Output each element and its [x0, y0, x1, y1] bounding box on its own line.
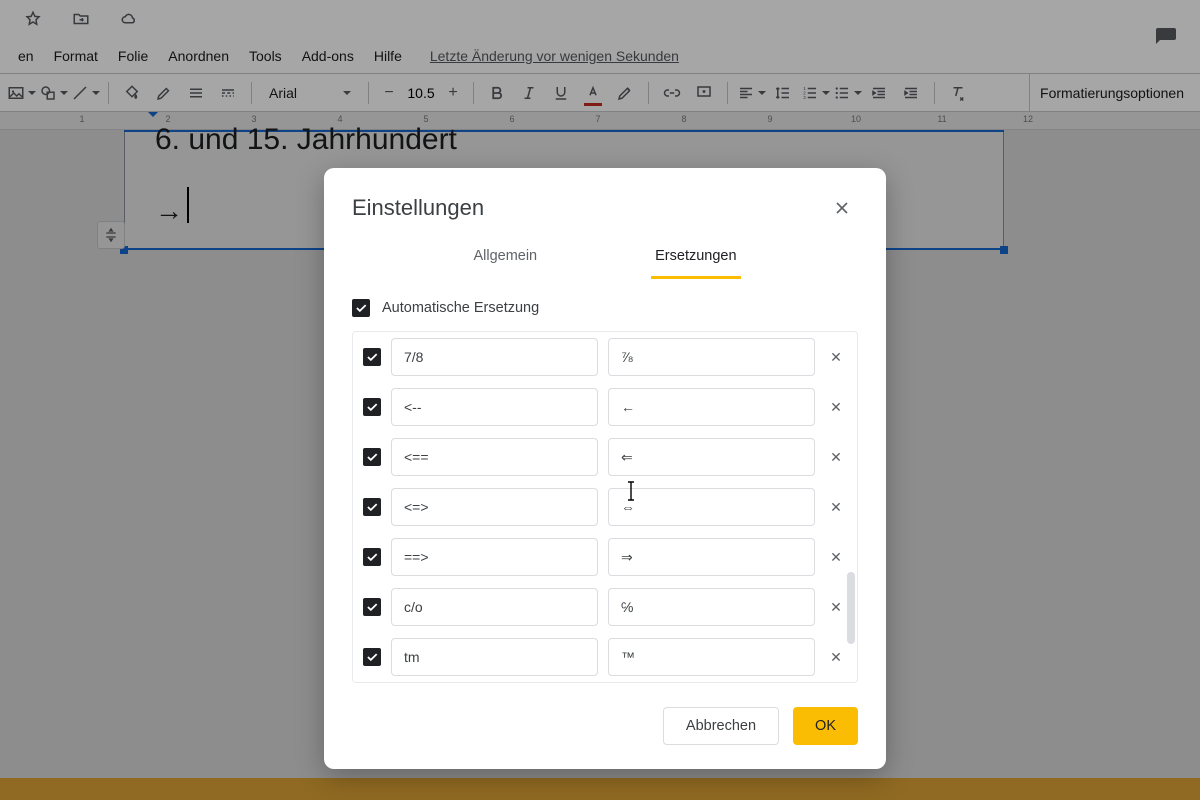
replace-to-input[interactable] [608, 388, 815, 426]
delete-row-button[interactable]: ✕ [825, 399, 847, 416]
replace-from-input[interactable] [391, 438, 598, 476]
replace-from-input[interactable] [391, 388, 598, 426]
tab-general[interactable]: Allgemein [469, 238, 541, 279]
replace-to-input[interactable] [608, 538, 815, 576]
row-checkbox[interactable] [363, 448, 381, 466]
delete-row-button[interactable]: ✕ [825, 649, 847, 666]
replace-from-input[interactable] [391, 588, 598, 626]
substitution-row: ✕ [353, 482, 857, 532]
scrollbar-thumb[interactable] [847, 572, 855, 644]
replace-to-input[interactable] [608, 338, 815, 376]
substitution-row: ✕ [353, 532, 857, 582]
substitution-row: ✕ [353, 632, 857, 682]
row-checkbox[interactable] [363, 648, 381, 666]
replace-from-input[interactable] [391, 488, 598, 526]
replace-from-input[interactable] [391, 338, 598, 376]
row-checkbox[interactable] [363, 398, 381, 416]
dialog-body: Automatische Ersetzung ✕ ✕ ✕ ✕ ✕ ✕ ✕ [324, 279, 886, 689]
dialog-tabs: Allgemein Ersetzungen [324, 232, 886, 279]
delete-row-button[interactable]: ✕ [825, 549, 847, 566]
substitution-row: ✕ [353, 382, 857, 432]
substitution-row: ✕ [353, 582, 857, 632]
dialog-header: Einstellungen [324, 168, 886, 232]
row-checkbox[interactable] [363, 548, 381, 566]
tab-substitutions[interactable]: Ersetzungen [651, 238, 740, 279]
substitution-table: ✕ ✕ ✕ ✕ ✕ ✕ ✕ [352, 331, 858, 683]
delete-row-button[interactable]: ✕ [825, 449, 847, 466]
cancel-button[interactable]: Abbrechen [663, 707, 779, 745]
delete-row-button[interactable]: ✕ [825, 599, 847, 616]
substitution-row: ✕ [353, 332, 857, 382]
ok-button[interactable]: OK [793, 707, 858, 745]
row-checkbox[interactable] [363, 348, 381, 366]
auto-substitution-checkbox[interactable] [352, 299, 370, 317]
replace-to-input[interactable] [608, 588, 815, 626]
delete-row-button[interactable]: ✕ [825, 349, 847, 366]
close-button[interactable] [826, 192, 858, 224]
auto-substitution-label: Automatische Ersetzung [382, 300, 539, 316]
replace-from-input[interactable] [391, 638, 598, 676]
replace-to-input[interactable] [608, 488, 815, 526]
auto-substitution-row: Automatische Ersetzung [352, 299, 858, 317]
preferences-dialog: Einstellungen Allgemein Ersetzungen Auto… [324, 168, 886, 769]
delete-row-button[interactable]: ✕ [825, 499, 847, 516]
row-checkbox[interactable] [363, 498, 381, 516]
replace-to-input[interactable] [608, 438, 815, 476]
replace-from-input[interactable] [391, 538, 598, 576]
dialog-footer: Abbrechen OK [324, 689, 886, 769]
substitution-row: ✕ [353, 432, 857, 482]
row-checkbox[interactable] [363, 598, 381, 616]
dialog-title: Einstellungen [352, 195, 484, 221]
replace-to-input[interactable] [608, 638, 815, 676]
